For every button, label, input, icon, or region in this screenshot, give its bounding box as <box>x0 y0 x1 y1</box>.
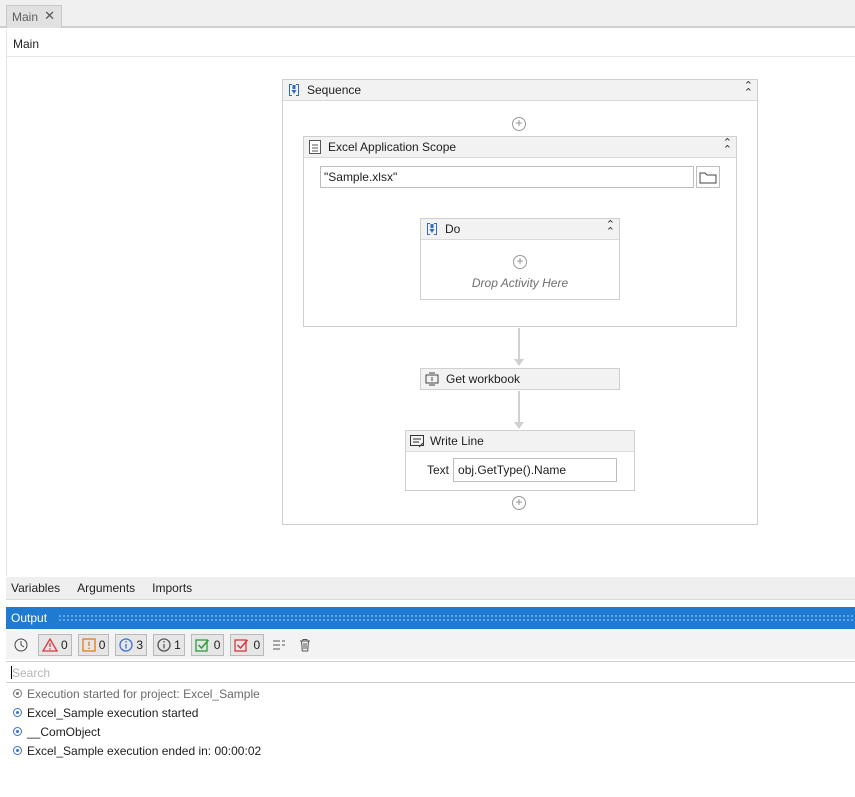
failed-count: 0 <box>253 638 261 652</box>
connector-line <box>518 328 520 360</box>
tab-imports[interactable]: Imports <box>152 581 192 595</box>
sequence-title: Sequence <box>307 83 362 97</box>
write-line-title: Write Line <box>430 434 484 448</box>
output-toolbar: 0 0 3 1 0 0 <box>6 631 855 659</box>
write-line-icon <box>410 434 424 448</box>
excel-scope-header[interactable]: Excel Application Scope ⌃ ⌃ <box>304 137 736 158</box>
sequence-activity[interactable]: Sequence ⌃ ⌃ + Excel Application Scope ⌃ ⌃… <box>282 79 758 525</box>
sequence-icon <box>287 83 301 97</box>
error-icon <box>42 638 58 652</box>
warnings-count: 0 <box>98 638 106 652</box>
info-dot-icon <box>13 727 22 736</box>
add-activity-icon[interactable]: + <box>512 496 526 510</box>
log-line[interactable]: __ComObject <box>6 722 855 741</box>
log-text: __ComObject <box>27 724 101 739</box>
get-workbook-activity[interactable]: Get workbook <box>420 368 620 390</box>
browse-folder-button[interactable] <box>696 166 720 188</box>
connector-arrow-icon <box>514 422 524 429</box>
collapse-icon[interactable]: ⌃ ⌃ <box>606 220 615 238</box>
get-workbook-title: Get workbook <box>446 372 521 386</box>
designer-bottom-tabs: Variables Arguments Imports <box>6 577 855 600</box>
log-text: Excel_Sample execution ended in: 00:00:0… <box>27 743 262 758</box>
tab-main-label: Main <box>12 10 39 24</box>
text-label: Text <box>427 463 450 477</box>
folder-icon <box>699 172 717 183</box>
info-dot-icon <box>13 708 22 717</box>
excel-scope-title: Excel Application Scope <box>328 140 457 154</box>
info-count: 3 <box>136 638 144 652</box>
trace-count: 1 <box>174 638 181 652</box>
log-text: Execution started for project: Excel_Sam… <box>27 686 260 701</box>
info-dot-icon <box>13 746 22 755</box>
success-count: 0 <box>213 638 221 652</box>
search-placeholder: Search <box>12 666 51 680</box>
info-icon <box>119 638 134 652</box>
tab-variables[interactable]: Variables <box>11 581 60 595</box>
filter-list-icon[interactable] <box>270 636 288 654</box>
log-text: Excel_Sample execution started <box>27 705 199 720</box>
output-log[interactable]: Execution started for project: Excel_Sam… <box>6 684 855 797</box>
timestamp-toggle-icon[interactable] <box>12 636 30 654</box>
sequence-header[interactable]: Sequence ⌃ ⌃ <box>283 80 757 101</box>
info-filter-button[interactable]: 3 <box>115 634 148 656</box>
text-field[interactable]: obj.GetType().Name <box>453 458 618 482</box>
failed-check-icon <box>234 639 249 652</box>
log-line[interactable]: Execution started for project: Excel_Sam… <box>6 684 855 703</box>
drop-activity-hint: Drop Activity Here <box>471 276 569 290</box>
success-check-icon <box>195 639 209 652</box>
errors-filter-button[interactable]: 0 <box>38 634 72 656</box>
sequence-icon <box>425 222 439 236</box>
output-title: Output <box>11 611 48 625</box>
excel-application-scope[interactable]: Excel Application Scope ⌃ ⌃ "Sample.xlsx"… <box>303 136 737 327</box>
write-line-text-row: Text obj.GetType().Name <box>406 458 634 482</box>
failed-filter-button[interactable]: 0 <box>230 634 265 656</box>
breadcrumb[interactable]: Main <box>7 30 855 57</box>
warnings-filter-button[interactable]: 0 <box>77 634 110 656</box>
clear-trash-icon[interactable] <box>296 636 314 654</box>
collapse-icon[interactable]: ⌃ ⌃ <box>723 138 732 156</box>
document-tabstrip: Main ✕ <box>0 0 855 28</box>
write-line-activity[interactable]: Write Line Text obj.GetType().Name <box>405 430 635 491</box>
trace-filter-button[interactable]: 1 <box>153 634 185 656</box>
do-header[interactable]: Do ⌃ ⌃ <box>421 219 619 240</box>
do-title: Do <box>445 222 461 236</box>
do-block[interactable]: Do ⌃ ⌃ + Drop Activity Here <box>420 218 620 300</box>
trace-dot-icon <box>13 689 22 698</box>
excel-scope-icon <box>308 140 322 154</box>
trace-icon <box>157 638 171 652</box>
connector-arrow-icon <box>514 359 524 366</box>
success-filter-button[interactable]: 0 <box>190 634 225 656</box>
errors-count: 0 <box>61 638 68 652</box>
header-grip <box>58 614 855 622</box>
get-workbook-icon <box>425 372 439 386</box>
output-search-input[interactable]: Search <box>6 661 855 683</box>
tab-arguments[interactable]: Arguments <box>77 581 135 595</box>
breadcrumb-item-main[interactable]: Main <box>13 37 39 51</box>
add-activity-icon[interactable]: + <box>512 117 526 131</box>
warning-icon <box>82 638 96 652</box>
collapse-icon[interactable]: ⌃ ⌃ <box>744 81 753 99</box>
tab-main[interactable]: Main ✕ <box>6 5 62 28</box>
log-line[interactable]: Excel_Sample execution ended in: 00:00:0… <box>6 741 855 760</box>
workbook-path-field[interactable]: "Sample.xlsx" <box>320 166 694 188</box>
log-line[interactable]: Excel_Sample execution started <box>6 703 855 722</box>
output-panel-header[interactable]: Output <box>6 607 855 629</box>
text-caret <box>11 666 12 679</box>
connector-line <box>518 391 520 423</box>
add-activity-icon[interactable]: + <box>513 255 527 269</box>
write-line-header[interactable]: Write Line <box>406 431 634 452</box>
close-icon[interactable]: ✕ <box>44 8 55 24</box>
